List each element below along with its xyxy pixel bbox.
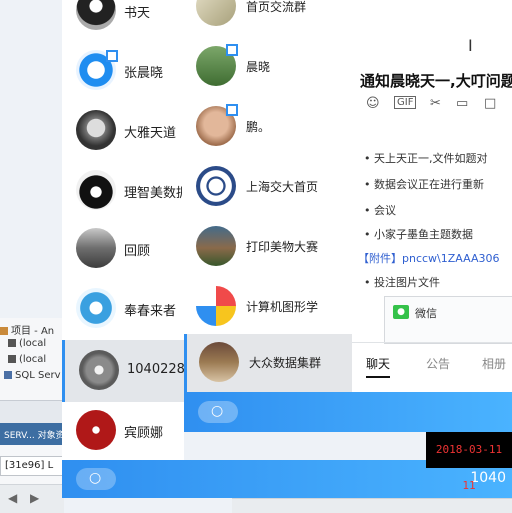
search-button[interactable]: ○ xyxy=(76,468,116,490)
conversation-footer: ○ xyxy=(184,392,512,432)
conversation-name: 鹏。 xyxy=(246,120,271,134)
tab-announcement[interactable]: 公告 xyxy=(426,355,450,372)
badge-icon xyxy=(106,50,118,62)
background-toolbar xyxy=(0,400,64,423)
contact-name: 宾顾娜 xyxy=(124,426,164,441)
tree-item-label: SQL Serv xyxy=(15,370,61,381)
conversation-item[interactable]: 打印美物大赛 xyxy=(184,218,352,278)
scissors-icon[interactable]: ✂ xyxy=(430,96,441,111)
chat-tabs: 聊天 公告 相册 xyxy=(352,342,512,383)
avatar xyxy=(196,166,236,206)
chat-title: 通知晨晓天一,大叮问题 xyxy=(360,72,512,90)
message-text: • 天上天正一,文件如题对 xyxy=(364,152,488,165)
footer-number: 1040 xyxy=(470,470,506,486)
emoji-icon[interactable]: ☺ xyxy=(366,96,380,111)
contact-item[interactable]: 奉春来者 xyxy=(62,278,184,340)
avatar xyxy=(79,350,119,390)
tree-item-label: 项目 - An xyxy=(11,326,55,337)
contact-item[interactable]: 张晨晓 xyxy=(62,40,184,102)
contact-name: 张晨晓 xyxy=(124,66,164,81)
contact-name: 回顾 xyxy=(124,244,151,259)
text-field-value: [31e96] L xyxy=(5,460,54,471)
avatar xyxy=(199,342,239,382)
message-text: • 会议 xyxy=(364,204,396,217)
gif-icon[interactable]: GIF xyxy=(394,96,417,109)
contact-name: 1040228 xyxy=(127,362,185,377)
conversation-item[interactable]: 晨晓 xyxy=(184,38,352,98)
conversation-name: 大众数据集群 xyxy=(249,356,322,370)
wechat-icon: ● xyxy=(393,305,409,319)
contact-name: 奉春来者 xyxy=(124,304,177,319)
server-icon xyxy=(8,339,16,347)
object-explorer-tab[interactable]: SERV... 对象资 xyxy=(0,423,65,445)
chat-pane: I 通知晨晓天一,大叮问题 ☺ GIF ✂ ▭ □ • 天上天正一,文件如题对 … xyxy=(352,0,512,392)
tab-label: SERV... 对象资 xyxy=(4,431,65,441)
tree-item[interactable]: SQL Serv xyxy=(4,370,68,386)
tree-item-label: (local xyxy=(19,338,47,349)
avatar xyxy=(196,0,236,26)
tree-item[interactable]: 项目 - An xyxy=(0,322,64,338)
conversation-list-panel: 首页交流群 晨晓 鹏。 上海交大首页 打印美物大赛 计算机图形学 大众数据集群 xyxy=(184,0,352,394)
conversation-name: 打印美物大赛 xyxy=(246,240,319,254)
nav-forward-icon[interactable]: ▶ xyxy=(30,491,39,505)
window-icon[interactable]: □ xyxy=(484,96,496,111)
contact-item[interactable]: 宾顾娜 xyxy=(62,400,184,462)
conversation-item-selected[interactable]: 大众数据集群 xyxy=(184,334,352,394)
search-icon: ○ xyxy=(211,403,224,419)
avatar xyxy=(76,228,116,268)
badge-icon xyxy=(226,104,238,116)
avatar xyxy=(76,110,116,150)
contact-name: 书天 xyxy=(124,6,151,21)
contact-name: 理智美数据 xyxy=(124,186,182,201)
tree-item-label: (local xyxy=(19,354,47,365)
attachment-link[interactable]: 【附件】pnccw\1ZAAA306 xyxy=(358,250,499,266)
conversation-name: 晨晓 xyxy=(246,60,271,74)
contacts-panel: 书天 张晨晓 大雅天道 理智美数据 回顾 奉春来者 1040228 宾顾娜 xyxy=(62,0,185,462)
conversation-item[interactable]: 鹏。 xyxy=(184,98,352,158)
screen-icon[interactable]: ▭ xyxy=(456,96,468,111)
bottom-frame xyxy=(232,498,512,513)
tab-album[interactable]: 相册 xyxy=(482,355,506,372)
avatar xyxy=(76,170,116,210)
conversation-name: 首页交流群 xyxy=(246,0,307,14)
conversation-name: 计算机图形学 xyxy=(246,300,319,314)
conversation-item[interactable]: 首页交流群 xyxy=(184,0,352,38)
text-cursor-icon: I xyxy=(468,36,473,55)
search-icon: ○ xyxy=(89,470,102,486)
chat-toolbar: ☺ GIF ✂ ▭ □ xyxy=(360,96,512,114)
folder-icon xyxy=(0,327,8,335)
contact-name: 大雅天道 xyxy=(124,126,177,141)
contact-item[interactable]: 理智美数据 xyxy=(62,160,184,222)
conversation-item[interactable]: 上海交大首页 xyxy=(184,158,352,218)
contact-item-selected[interactable]: 1040228 xyxy=(62,340,185,402)
badge-icon xyxy=(226,44,238,56)
card-label: 微信 xyxy=(415,307,437,320)
nav-back-icon[interactable]: ◀ xyxy=(8,491,17,505)
contact-item[interactable]: 回顾 xyxy=(62,218,184,280)
background-bottom-toolbar: ◀ ▶ xyxy=(0,484,64,513)
message-text: • 数据会议正在进行重新 xyxy=(364,178,484,191)
avatar xyxy=(196,226,236,266)
contact-item[interactable]: 书天 xyxy=(62,0,184,42)
message-text: • 小家子墨鱼主题数据 xyxy=(364,228,473,241)
tab-chat[interactable]: 聊天 xyxy=(366,355,391,378)
message-text: • 投注图片文件 xyxy=(364,276,440,289)
timestamp-overlay: 2018-03-11 11 xyxy=(426,432,512,492)
avatar xyxy=(76,288,116,328)
shared-card[interactable]: ● 微信 xyxy=(384,296,512,344)
background-text-field[interactable]: [31e96] L xyxy=(0,456,64,476)
avatar xyxy=(196,286,236,326)
conversation-item[interactable]: 计算机图形学 xyxy=(184,278,352,338)
server-icon xyxy=(8,355,16,363)
database-icon xyxy=(4,371,12,379)
conversation-name: 上海交大首页 xyxy=(246,180,319,194)
contact-item[interactable]: 大雅天道 xyxy=(62,100,184,162)
search-button[interactable]: ○ xyxy=(198,401,238,423)
avatar xyxy=(76,0,116,30)
avatar xyxy=(76,410,116,450)
